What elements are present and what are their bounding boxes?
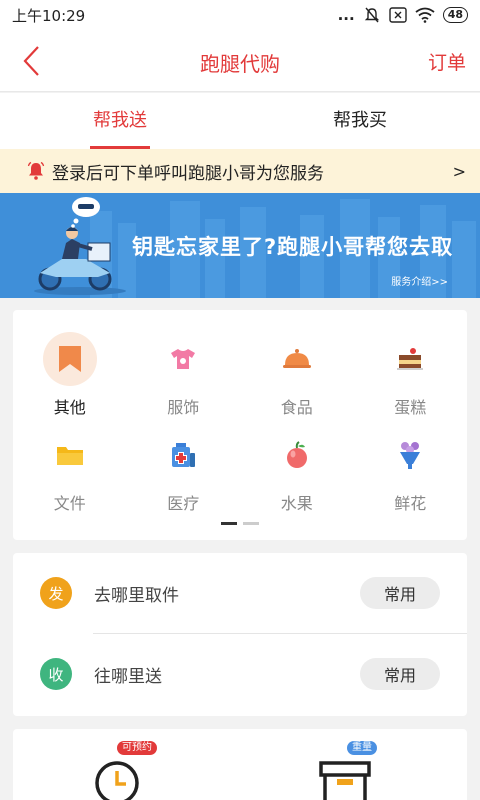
- orders-link[interactable]: 订单: [428, 48, 466, 75]
- battery-indicator: 48: [442, 7, 468, 23]
- tab-label: 帮我送: [93, 110, 147, 131]
- category-label: 鲜花: [394, 494, 427, 513]
- notice-text: 登录后可下单呼叫跑腿小哥为您服务: [52, 163, 324, 184]
- pickup-badge: 发: [40, 577, 72, 609]
- category-medical[interactable]: 医疗: [127, 428, 241, 516]
- schedule-time-option[interactable]: 可预约: [93, 741, 163, 800]
- category-cake[interactable]: 蛋糕: [354, 332, 468, 420]
- back-button[interactable]: [18, 44, 48, 78]
- notice-arrow: >: [452, 161, 466, 181]
- category-label: 服饰: [167, 398, 200, 417]
- apple-icon: [270, 428, 324, 482]
- status-icons: ... 48: [338, 6, 468, 24]
- promo-banner[interactable]: 钥匙忘家里了?跑腿小哥帮您去取 服务介绍>>: [0, 193, 480, 298]
- login-notice-bar[interactable]: 登录后可下单呼叫跑腿小哥为您服务 >: [0, 149, 480, 193]
- tab-label: 帮我买: [333, 110, 387, 131]
- food-cloche-icon: [270, 332, 324, 386]
- dropoff-frequent-button[interactable]: 常用: [360, 658, 440, 690]
- cake-icon: [383, 332, 437, 386]
- dropoff-address-field[interactable]: 往哪里送: [94, 662, 360, 687]
- category-grid: 其他 服饰 食品 蛋糕 文件 医疗 水果 鲜花: [13, 332, 467, 516]
- box-icon: [319, 761, 371, 800]
- status-time: 上午10:29: [12, 6, 86, 25]
- medicine-icon: [156, 428, 210, 482]
- pickup-address-field[interactable]: 去哪里取件: [94, 581, 360, 606]
- category-clothing[interactable]: 服饰: [127, 332, 241, 420]
- service-intro-link[interactable]: 服务介绍>>: [391, 273, 448, 288]
- chevron-left-icon: [23, 46, 39, 76]
- category-label: 蛋糕: [394, 398, 427, 417]
- banner-headline: 钥匙忘家里了?跑腿小哥帮您去取: [132, 235, 454, 259]
- clock-icon: [95, 761, 139, 800]
- category-label: 文件: [53, 494, 86, 513]
- pager-dot-active: [221, 522, 237, 525]
- page-title: 跑腿代购: [200, 52, 280, 76]
- pickup-frequent-button[interactable]: 常用: [360, 577, 440, 609]
- category-label: 医疗: [167, 494, 200, 513]
- category-pager: [221, 522, 259, 525]
- reservable-tag: 可预约: [117, 741, 157, 755]
- address-card: 发 去哪里取件 常用 收 往哪里送 常用: [13, 553, 467, 716]
- category-food[interactable]: 食品: [240, 332, 354, 420]
- weight-option[interactable]: 重量: [317, 741, 387, 800]
- pager-dot: [243, 522, 259, 525]
- weight-tag: 重量: [347, 741, 377, 755]
- tab-bar: 帮我送 帮我买: [0, 93, 480, 149]
- category-other[interactable]: 其他: [13, 332, 127, 420]
- category-label: 水果: [280, 494, 313, 513]
- category-flowers[interactable]: 鲜花: [354, 428, 468, 516]
- category-fruit[interactable]: 水果: [240, 428, 354, 516]
- bell-off-icon: [364, 7, 379, 23]
- order-options-card: 可预约 重量: [13, 729, 467, 800]
- tab-send-for-me[interactable]: 帮我送: [0, 93, 240, 149]
- nav-bar: 跑腿代购 订单: [0, 30, 480, 92]
- folder-icon: [43, 428, 97, 482]
- flower-icon: [383, 428, 437, 482]
- bookmark-icon: [42, 332, 97, 386]
- dropoff-badge: 收: [40, 658, 72, 690]
- bell-icon: [27, 161, 45, 180]
- category-label: 其他: [53, 398, 86, 417]
- sim-icon: [388, 7, 407, 23]
- category-card: 其他 服饰 食品 蛋糕 文件 医疗 水果 鲜花: [13, 310, 467, 540]
- tab-buy-for-me[interactable]: 帮我买: [240, 93, 480, 149]
- tshirt-icon: [156, 332, 210, 386]
- wifi-icon: [415, 7, 435, 23]
- pickup-address-row[interactable]: 发 去哪里取件 常用: [13, 553, 467, 633]
- status-bar: 上午10:29 ... 48: [0, 0, 480, 30]
- category-label: 食品: [280, 398, 313, 417]
- dropoff-address-row[interactable]: 收 往哪里送 常用: [13, 634, 467, 714]
- category-documents[interactable]: 文件: [13, 428, 127, 516]
- signal-dots: ...: [337, 6, 355, 24]
